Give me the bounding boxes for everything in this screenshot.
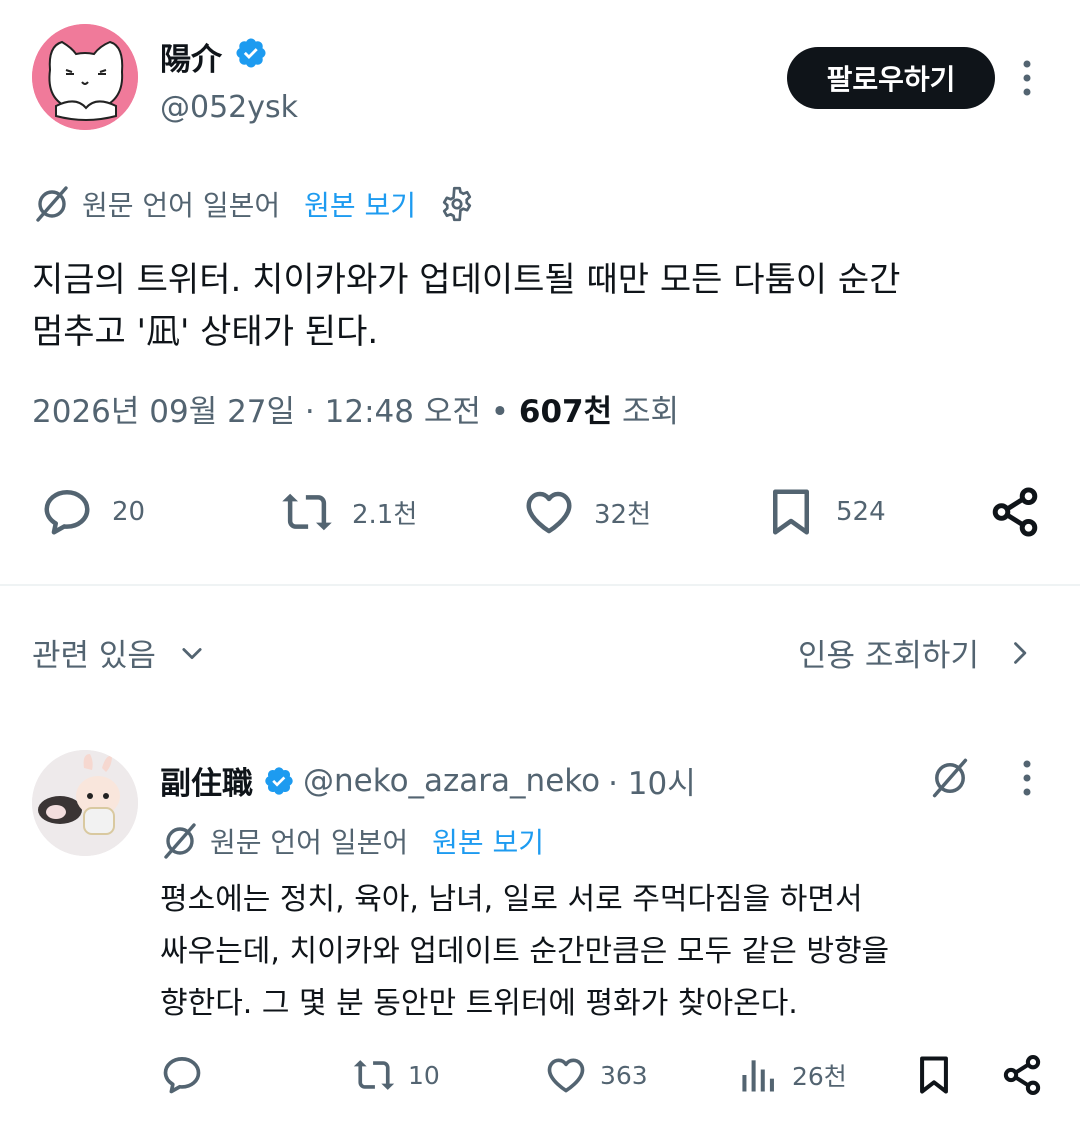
reply-like-button[interactable]: 363 — [544, 1052, 648, 1098]
chevron-down-icon — [182, 647, 202, 659]
translate-icon — [36, 186, 68, 222]
reply-icon — [163, 1057, 201, 1094]
tweet-meta: 2026년 09월 27일 · 12:48 오전 • 607천 조회 — [32, 386, 679, 431]
reply-body-line: 평소에는 정치, 육아, 남녀, 일로 서로 주먹다짐을 하면서 — [160, 882, 863, 917]
share-icon — [1003, 1055, 1041, 1095]
reply-author-name[interactable]: 副住職 — [160, 758, 253, 803]
reply-retweet-count: 10 — [408, 1060, 440, 1090]
retweet-icon — [282, 493, 332, 531]
reply-icon — [44, 489, 90, 535]
reply-time[interactable]: · 10시 — [608, 758, 696, 803]
more-icon[interactable] — [1014, 758, 1040, 798]
plush-avatar-icon — [32, 750, 138, 856]
reply-count: 20 — [112, 497, 146, 527]
retweet-icon — [353, 1060, 395, 1090]
retweet-count: 2.1천 — [352, 499, 418, 530]
reply-like-count: 363 — [600, 1060, 648, 1090]
reply-views-button[interactable]: 26천 — [736, 1052, 847, 1098]
retweet-button[interactable]: 2.1천 — [280, 486, 417, 538]
like-icon — [547, 1058, 585, 1093]
reply-body-line: 향한다. 그 몇 분 동안만 트위터에 평화가 찾아온다. — [160, 986, 798, 1021]
views-icon — [742, 1060, 774, 1092]
tweet-body: 지금의 트위터. 치이카와가 업데이트될 때만 모든 다툼이 순간 멈추고 '凪… — [32, 254, 1052, 358]
follow-button[interactable]: 팔로우하기 — [787, 47, 995, 109]
share-button[interactable] — [988, 486, 1042, 538]
quote-views-link[interactable]: 인용 조회하기 — [798, 630, 1033, 675]
meta-dot: • — [490, 394, 510, 430]
share-icon — [992, 487, 1038, 537]
divider — [0, 584, 1080, 586]
reply-bookmark-button[interactable] — [912, 1052, 956, 1098]
chevron-right-icon — [1014, 641, 1027, 664]
like-button[interactable]: 32천 — [522, 486, 651, 538]
reply-header: 副住職 @neko_azara_neko · 10시 — [160, 758, 696, 803]
bookmark-button[interactable]: 524 — [764, 486, 886, 538]
related-sort-toggle[interactable]: 관련 있음 — [32, 630, 206, 675]
translation-source: 원문 언어 일본어 — [210, 826, 409, 859]
tweet-time[interactable]: 12:48 오전 — [325, 394, 481, 430]
reply-share-button[interactable] — [1000, 1052, 1044, 1098]
reply-author-handle[interactable]: @neko_azara_neko — [303, 763, 600, 799]
reply-reply-button[interactable] — [160, 1052, 204, 1098]
bookmark-icon — [920, 1056, 948, 1094]
reply-translation-row: 원문 언어 일본어 원본 보기 — [160, 818, 544, 864]
verified-icon — [236, 38, 266, 68]
show-original-link[interactable]: 원본 보기 — [304, 184, 416, 224]
reply-retweet-button[interactable]: 10 — [352, 1052, 440, 1098]
grok-icon[interactable] — [928, 756, 972, 800]
author-handle[interactable]: @052ysk — [160, 90, 298, 125]
more-icon[interactable] — [1014, 58, 1040, 98]
tweet-body-line: 멈추고 '凪' 상태가 된다. — [32, 312, 379, 352]
quote-views-label: 인용 조회하기 — [798, 638, 979, 674]
views-count: 607천 — [518, 394, 613, 430]
meta-separator: · — [304, 394, 315, 430]
tweet-date[interactable]: 2026년 09월 27일 — [32, 394, 295, 430]
related-label: 관련 있음 — [32, 638, 156, 674]
bookmark-icon — [773, 489, 809, 535]
reply-body: 평소에는 정치, 육아, 남녀, 일로 서로 주먹다짐을 하면서 싸우는데, 치… — [160, 874, 1040, 1030]
translation-source: 원문 언어 일본어 — [82, 189, 281, 222]
author-name[interactable]: 陽介 — [160, 34, 222, 79]
gear-icon[interactable] — [438, 185, 476, 223]
verified-icon — [265, 766, 293, 795]
like-count: 32천 — [594, 499, 652, 530]
tweet-body-line: 지금의 트위터. 치이카와가 업데이트될 때만 모든 다툼이 순간 — [32, 260, 901, 300]
bookmark-count: 524 — [836, 497, 886, 527]
reply-button[interactable]: 20 — [40, 486, 145, 538]
reply-body-line: 싸우는데, 치이카와 업데이트 순간만큼은 모두 같은 방향을 — [160, 934, 890, 969]
translate-icon — [164, 823, 196, 859]
avatar[interactable] — [32, 24, 138, 130]
show-original-link[interactable]: 원본 보기 — [432, 821, 544, 861]
reply-avatar[interactable] — [32, 750, 138, 856]
translation-row: 원문 언어 일본어 원본 보기 — [32, 180, 476, 228]
cat-avatar-icon — [32, 24, 138, 130]
views-label: 조회 — [621, 394, 680, 430]
like-icon — [526, 491, 572, 534]
reply-views-count: 26천 — [792, 1062, 847, 1091]
